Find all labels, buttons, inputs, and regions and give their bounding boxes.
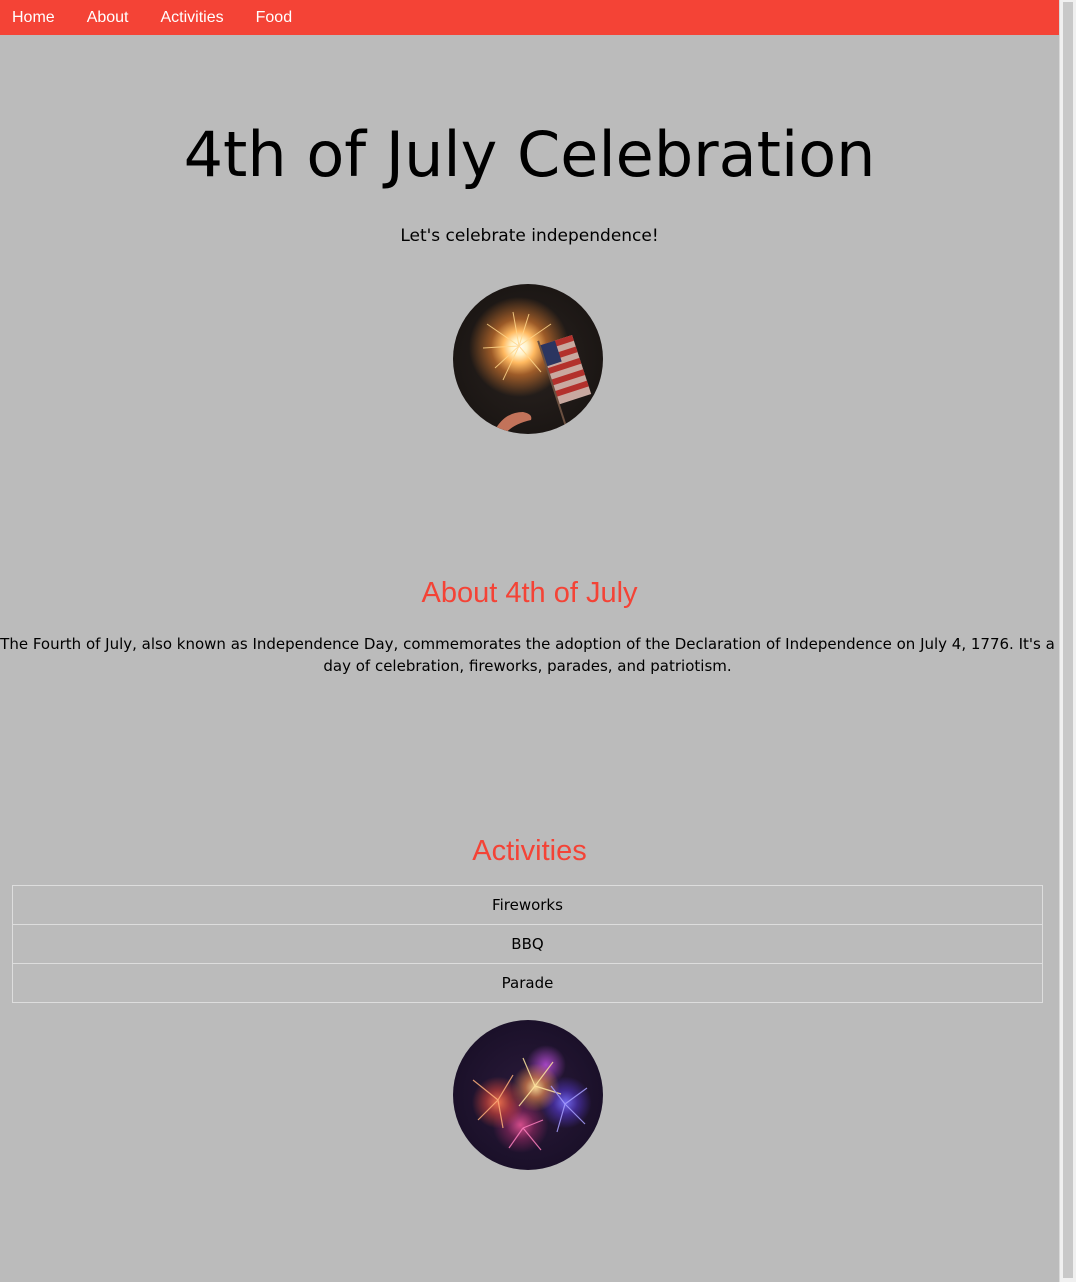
- fireworks-image: [453, 1020, 603, 1170]
- sparkler-flag-image: [453, 284, 603, 434]
- activity-item-bbq: BBQ: [12, 925, 1043, 964]
- activity-item-fireworks: Fireworks: [12, 885, 1043, 925]
- nav-food-link[interactable]: Food: [244, 2, 304, 33]
- scrollbar-thumb[interactable]: [1063, 2, 1073, 1278]
- nav-about-link[interactable]: About: [75, 2, 141, 33]
- activities-list: Fireworks BBQ Parade: [12, 885, 1043, 1003]
- sparkler-flag-icon: [482, 311, 592, 434]
- about-paragraph: The Fourth of July, also known as Indepe…: [0, 635, 1055, 675]
- activities-heading: Activities: [472, 835, 587, 867]
- page-title: 4th of July Celebration: [183, 118, 876, 191]
- hero-subtitle: Let's celebrate independence!: [400, 226, 659, 246]
- nav-home-link[interactable]: Home: [0, 2, 67, 33]
- page: Home About Activities Food 4th of July C…: [0, 0, 1059, 1282]
- nav-activities-link[interactable]: Activities: [149, 2, 236, 33]
- about-heading: About 4th of July: [421, 577, 638, 609]
- activity-item-parade: Parade: [12, 964, 1043, 1003]
- fireworks-icon: [472, 1057, 588, 1151]
- top-navbar: Home About Activities Food: [0, 0, 1059, 35]
- page-scrollbar[interactable]: [1059, 0, 1076, 1282]
